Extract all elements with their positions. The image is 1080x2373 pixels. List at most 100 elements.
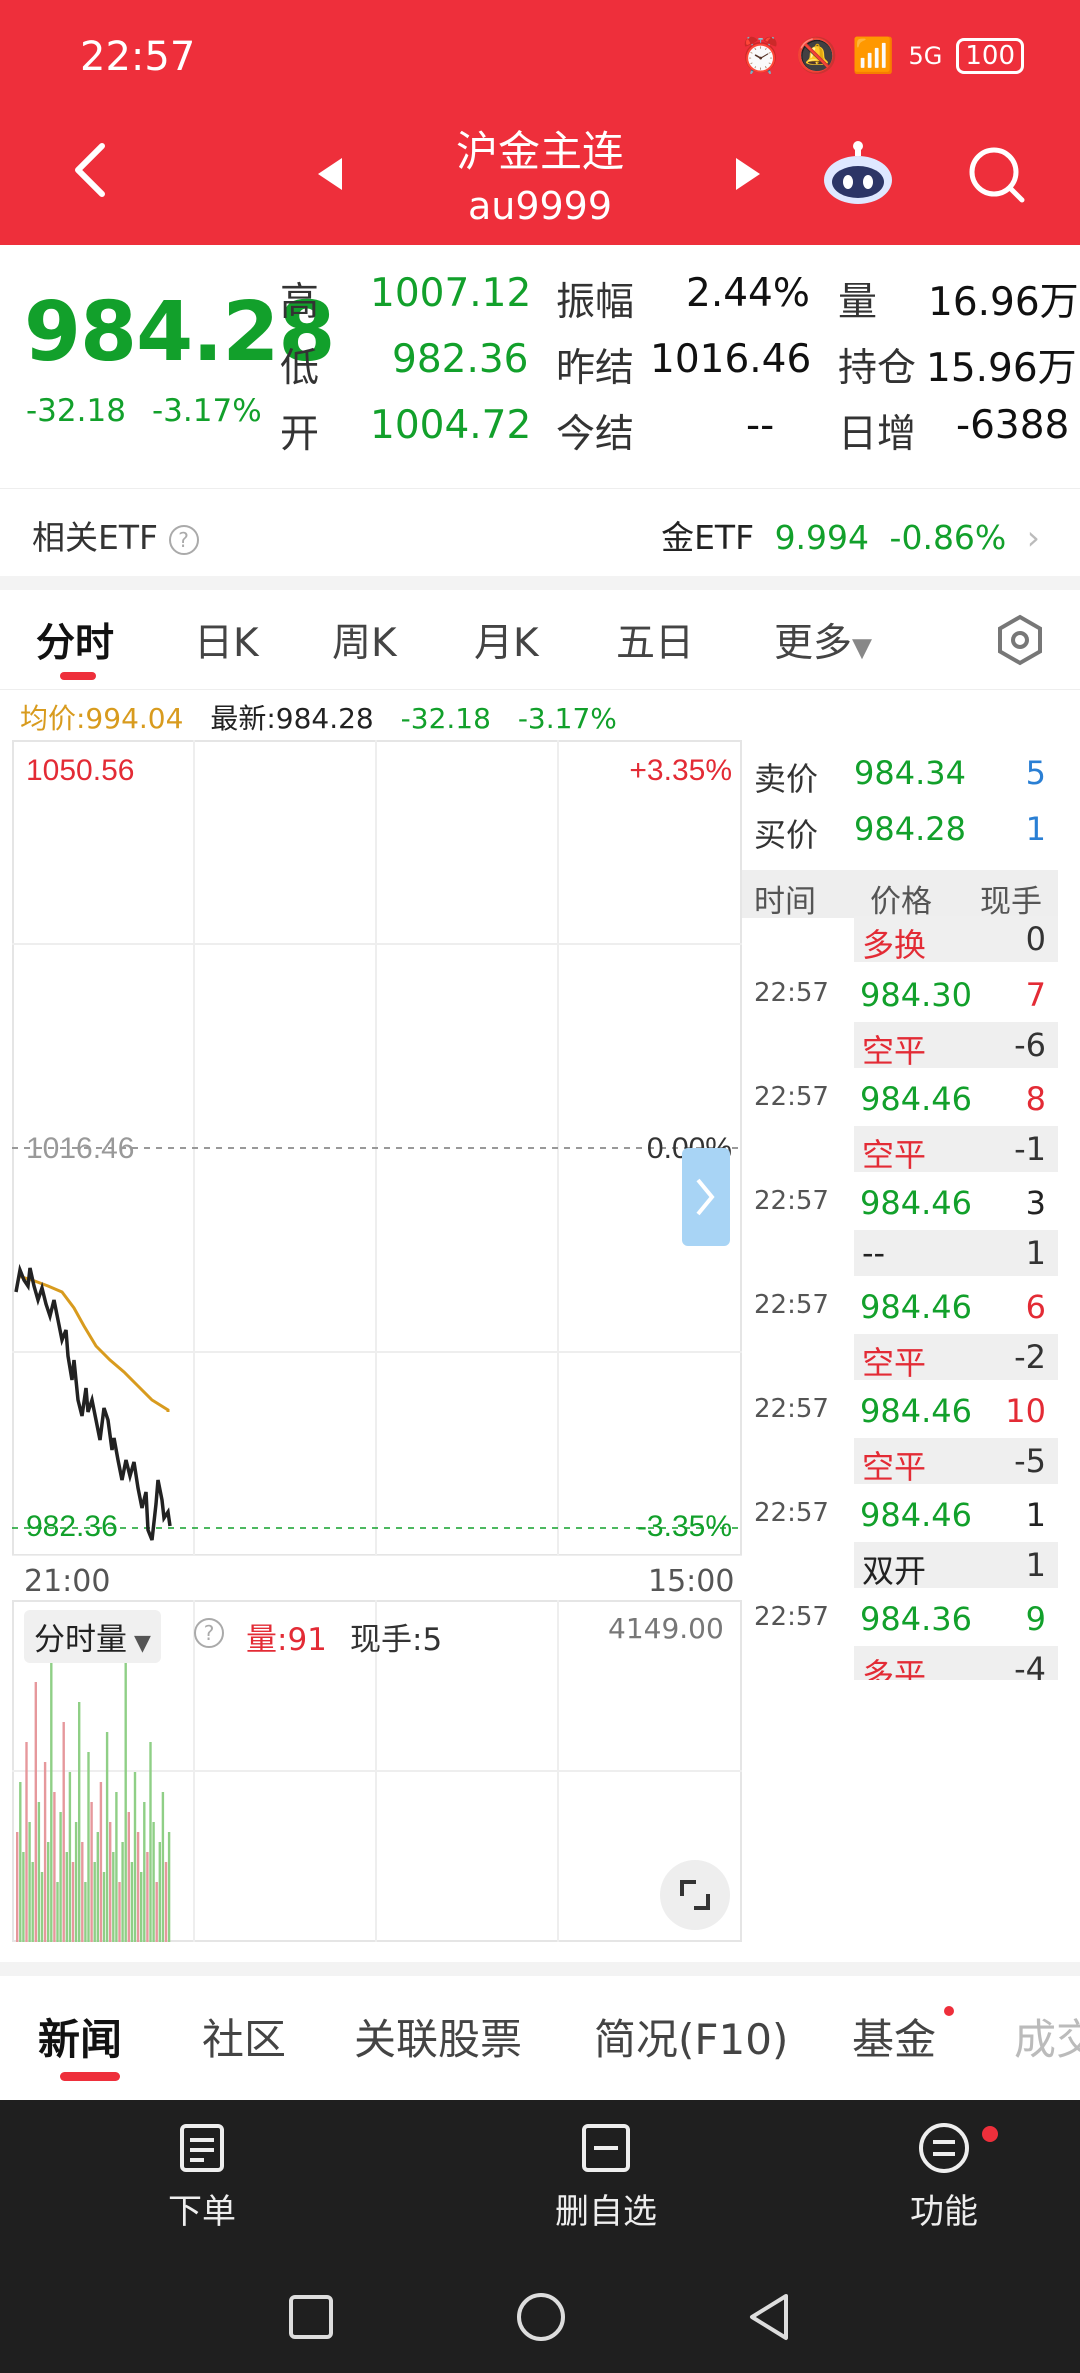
volume-bar <box>78 1702 81 1942</box>
next-contract-icon[interactable] <box>736 158 760 190</box>
trade-row: 22:57 984.46 6 空平 -2 <box>742 1284 1058 1388</box>
col-time: 时间 <box>754 884 816 920</box>
trade-row: 22:57 984.46 10 空平 -5 <box>742 1388 1058 1492</box>
volume-bar <box>62 1722 65 1942</box>
function-menu-icon <box>919 2123 969 2173</box>
etf-pct: -0.86% <box>889 518 1007 557</box>
contract-code: au9999 <box>467 184 613 228</box>
notification-dot <box>944 2006 954 2016</box>
volume-bar <box>146 1852 149 1942</box>
back-nav-icon[interactable] <box>744 2290 794 2344</box>
time-axis-end: 15:00 <box>648 1564 735 1599</box>
status-icons: ⏰ 🔕 📶 5G 100 <box>739 36 1024 76</box>
volume-bar <box>65 1852 68 1942</box>
volume-bar <box>118 1882 121 1942</box>
wifi-icon: 📶 <box>852 36 895 76</box>
trade-volume: 9 <box>1025 1600 1046 1638</box>
volume-bar <box>112 1852 115 1942</box>
tab-community[interactable]: 社区 <box>202 2006 286 2067</box>
volume-bar <box>164 1862 168 1942</box>
search-icon[interactable] <box>964 142 1028 206</box>
volume-bar <box>47 1842 50 1942</box>
open-interest-label: 持仓 <box>838 346 917 391</box>
latest-price: 最新:984.28 <box>210 702 374 735</box>
volume-amount: 量:91 <box>246 1622 327 1658</box>
tab-more[interactable]: 更多▼ <box>774 612 872 668</box>
trade-row: 22:57 984.36 9 多平 -4 <box>742 1596 1058 1680</box>
trade-panel: 卖价 984.34 5 买价 984.28 1 时间 价格 现手 多换 0 22… <box>742 740 1062 1940</box>
tab-related-stocks[interactable]: 关联股票 <box>354 2006 522 2067</box>
trade-price: 984.30 <box>860 976 972 1014</box>
tab-fund[interactable]: 基金 <box>852 2006 936 2067</box>
volume-panel: 分时量 ▼ ? 量:91 现手:5 4149.00 <box>12 1600 742 1942</box>
volume-bar <box>161 1792 165 1942</box>
order-label: 下单 <box>168 2192 236 2232</box>
volume-bar <box>16 1832 19 1942</box>
col-volume: 现手 <box>980 884 1042 920</box>
remove-watchlist-icon <box>582 2124 630 2172</box>
volume-bar <box>53 1792 56 1942</box>
tab-daily-k[interactable]: 日K <box>194 612 259 668</box>
mute-icon: 🔕 <box>795 36 839 76</box>
trade-volume: 6 <box>1025 1288 1046 1326</box>
notification-dot <box>982 2126 998 2142</box>
volume-bar <box>105 1732 109 1942</box>
order-button[interactable]: 下单 <box>122 2120 282 2233</box>
robot-assistant-icon[interactable] <box>822 140 894 206</box>
intraday-price-chart[interactable]: 1050.56 +3.35% 1016.46 0.00% 982.36 -3.3… <box>12 740 742 1556</box>
trade-type: 空平 <box>862 1344 927 1382</box>
trade-volume: 8 <box>1025 1080 1046 1118</box>
status-time: 22:57 <box>80 34 196 80</box>
prev-settle-value: 1016.46 <box>650 337 812 382</box>
etf-quote[interactable]: 金ETF 9.994 -0.86% › <box>661 511 1040 559</box>
time-axis-start: 21:00 <box>24 1564 111 1599</box>
help-icon[interactable]: ? <box>168 524 199 555</box>
function-button[interactable]: 功能 <box>864 2120 1024 2233</box>
tab-trades[interactable]: 成交 <box>1014 2006 1080 2067</box>
volume-bar <box>81 1842 84 1942</box>
tab-five-day[interactable]: 五日 <box>616 612 694 668</box>
remove-watchlist-button[interactable]: 删自选 <box>526 2120 686 2233</box>
tab-profile[interactable]: 简况(F10) <box>594 2006 788 2067</box>
trade-price: 984.46 <box>860 1392 972 1430</box>
home-icon[interactable] <box>514 2290 568 2344</box>
network-label: 5G <box>908 42 943 70</box>
trade-list-header: 时间 价格 现手 <box>742 870 1058 920</box>
amplitude-value: 2.44% <box>686 271 810 316</box>
etf-price: 9.994 <box>774 518 870 557</box>
related-etf-row[interactable]: 相关ETF ? 金ETF 9.994 -0.86% › <box>0 488 1080 576</box>
chart-tabs: 分时 日K 周K 月K 五日 更多▼ <box>0 590 1080 690</box>
low-label: 低 <box>280 346 320 391</box>
help-icon[interactable]: ? <box>194 1618 224 1648</box>
volume-bar <box>90 1802 93 1942</box>
trade-open-diff: -1 <box>1014 1130 1046 1168</box>
trade-price: 984.36 <box>860 1600 972 1638</box>
trade-price: 984.46 <box>860 1288 972 1326</box>
fullscreen-button[interactable] <box>660 1860 730 1930</box>
tab-monthly-k[interactable]: 月K <box>474 612 539 668</box>
high-label: 高 <box>280 280 320 325</box>
prev-settle-label: 昨结 <box>556 346 635 391</box>
tab-weekly-k[interactable]: 周K <box>332 612 397 668</box>
expand-panel-button[interactable] <box>682 1148 730 1246</box>
trade-price: 984.46 <box>860 1080 972 1118</box>
recent-apps-icon[interactable] <box>286 2292 336 2342</box>
remove-watchlist-label: 删自选 <box>555 2192 657 2232</box>
settings-hexagon-icon[interactable] <box>994 614 1046 666</box>
volume-selector-label: 分时量 <box>34 1622 127 1658</box>
trade-row: 22:57 984.46 3 -- 1 <box>742 1180 1058 1284</box>
battery-icon: 100 <box>956 38 1024 74</box>
trade-open-diff: -6 <box>1014 1026 1046 1064</box>
trade-list[interactable]: 22:57 984.30 7 空平 -6 22:57 984.46 8 空平 -1 22:57 984… <box>742 972 1062 1680</box>
tab-news[interactable]: 新闻 <box>38 2006 122 2067</box>
volume-bar <box>40 1872 44 1942</box>
tab-intraday[interactable]: 分时 <box>36 612 114 668</box>
trade-type: 空平 <box>862 1032 927 1070</box>
volume-bar <box>130 1862 134 1942</box>
volume-bar <box>43 1762 47 1942</box>
trade-time: 22:57 <box>754 1498 829 1528</box>
first-trade-band: 多换 0 <box>854 916 1058 964</box>
volume-bar <box>71 1862 75 1942</box>
volume-selector[interactable]: 分时量 ▼ <box>24 1610 161 1663</box>
order-icon <box>180 2124 224 2172</box>
